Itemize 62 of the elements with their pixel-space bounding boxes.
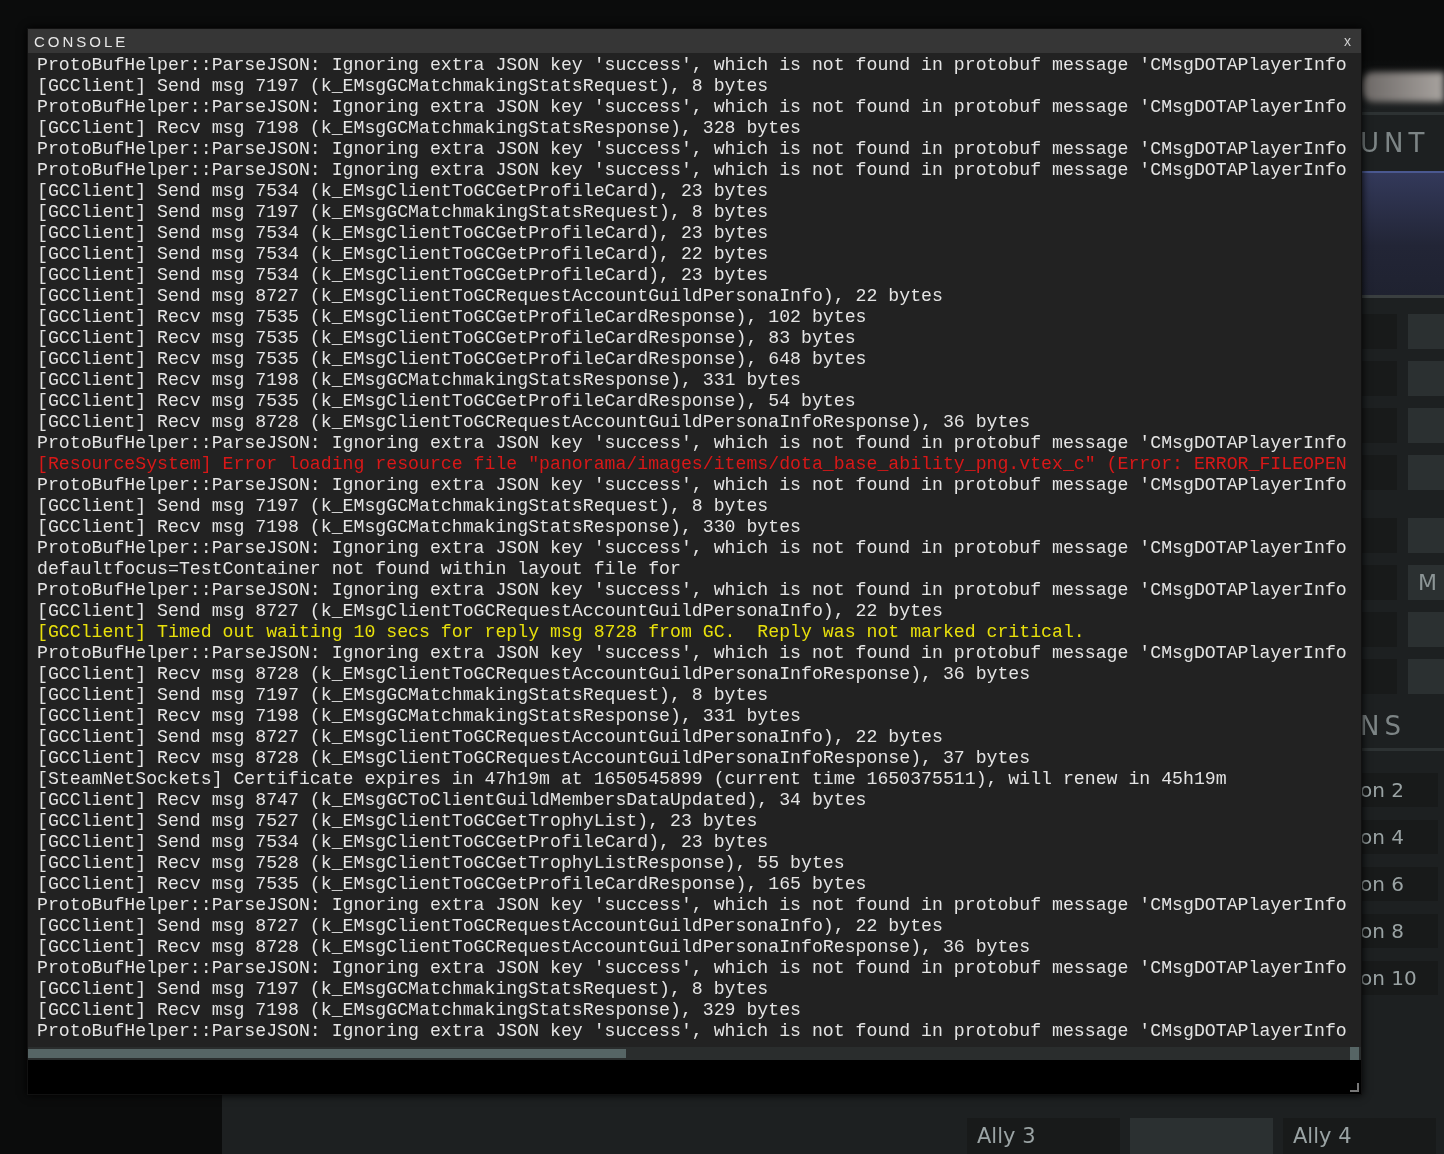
option-tile[interactable]: on 2 (1360, 773, 1438, 807)
log-line: [GCClient] Recv msg 7198 (k_EMsgGCMatchmakingStatsResponse), 330 bytes (37, 517, 802, 538)
log-line: [GCClient] Recv msg 8728 (k_EMsgClientToGCRequestAccountGuildPersonaInfoResponse), 37 bytes (37, 748, 1032, 769)
scrollbar[interactable] (28, 1047, 1361, 1060)
ally-tile[interactable]: Ally 4 (1283, 1118, 1436, 1154)
log-line: [GCClient] Send msg 7197 (k_EMsgGCMatchmakingStatsRequest), 8 bytes (37, 979, 770, 1000)
log-line: ProtoBufHelper::ParseJSON: Ignoring extra JSON key 'success', which is not found in protobuf message 'CMsgDOTAPlayerInfo (37, 139, 1348, 160)
log-line: [GCClient] Recv msg 7198 (k_EMsgGCMatchmakingStatsResponse), 329 bytes (37, 1000, 802, 1021)
log-line: [GCClient] Send msg 7534 (k_EMsgClientToGCGetProfileCard), 23 bytes (37, 223, 770, 244)
log-line: ProtoBufHelper::ParseJSON: Ignoring extra JSON key 'success', which is not found in protobuf message 'CMsgDOTAPlayerInfo (37, 580, 1348, 601)
log-line: [GCClient] Recv msg 7535 (k_EMsgClientToGCGetProfileCardResponse), 165 bytes (37, 874, 868, 895)
log-line: ProtoBufHelper::ParseJSON: Ignoring extra JSON key 'success', which is not found in protobuf message 'CMsgDOTAPlayerInfo (37, 433, 1348, 454)
log-line: [GCClient] Recv msg 7528 (k_EMsgClientToGCGetTrophyListResponse), 55 bytes (37, 853, 846, 874)
log-line: [GCClient] Send msg 7197 (k_EMsgGCMatchmakingStatsRequest), 8 bytes (37, 496, 770, 517)
log-line: [GCClient] Timed out waiting 10 secs for reply msg 8728 from GC. Reply was not marked critical. (37, 622, 1086, 643)
log-line: [GCClient] Recv msg 8728 (k_EMsgClientToGCRequestAccountGuildPersonaInfoResponse), 36 bytes (37, 412, 1032, 433)
command-input[interactable] (28, 1060, 1361, 1094)
log-line: [GCClient] Send msg 7527 (k_EMsgClientToGCGetTrophyList), 23 bytes (37, 811, 759, 832)
log-line: [GCClient] Recv msg 7535 (k_EMsgClientToGCGetProfileCardResponse), 102 bytes (37, 307, 868, 328)
log-line: [GCClient] Recv msg 7535 (k_EMsgClientToGCGetProfileCardResponse), 83 bytes (37, 328, 857, 349)
log-line: [GCClient] Send msg 7197 (k_EMsgGCMatchmakingStatsRequest), 8 bytes (37, 76, 770, 97)
log-line: [GCClient] Send msg 7534 (k_EMsgClientToGCGetProfileCard), 23 bytes (37, 181, 770, 202)
option-tile[interactable]: on 4 (1360, 820, 1438, 854)
option-tile[interactable]: on 8 (1360, 914, 1438, 948)
log-line: ProtoBufHelper::ParseJSON: Ignoring extra JSON key 'success', which is not found in protobuf message 'CMsgDOTAPlayerInfo (37, 538, 1348, 559)
option-tile[interactable]: on 10 (1360, 961, 1438, 995)
log-line: ProtoBufHelper::ParseJSON: Ignoring extra JSON key 'success', which is not found in protobuf message 'CMsgDOTAPlayerInfo (37, 643, 1348, 664)
log-line: ProtoBufHelper::ParseJSON: Ignoring extra JSON key 'success', which is not found in protobuf message 'CMsgDOTAPlayerInfo (37, 1021, 1348, 1042)
log-line: [GCClient] Send msg 8727 (k_EMsgClientToGCRequestAccountGuildPersonaInfo), 22 bytes (37, 727, 944, 748)
log-line: [GCClient] Recv msg 7198 (k_EMsgGCMatchmakingStatsResponse), 328 bytes (37, 118, 802, 139)
log-line: ProtoBufHelper::ParseJSON: Ignoring extra JSON key 'success', which is not found in protobuf message 'CMsgDOTAPlayerInfo (37, 160, 1348, 181)
log-line: [GCClient] Recv msg 8747 (k_EMsgGCToClientGuildMembersDataUpdated), 34 bytes (37, 790, 868, 811)
log-line: [SteamNetSockets] Certificate expires in 47h19m at 1650545899 (current time 1650375511), will renew in 45h19m (37, 769, 1228, 790)
log-line: [GCClient] Recv msg 8728 (k_EMsgClientToGCRequestAccountGuildPersonaInfoResponse), 36 bytes (37, 937, 1032, 958)
log-line: [GCClient] Send msg 7197 (k_EMsgGCMatchmakingStatsRequest), 8 bytes (37, 685, 770, 706)
log-line: [ResourceSystem] Error loading resource file "panorama/images/items/dota_base_ability_png.vtex_c" (Error: ERROR_FILEOPEN (37, 454, 1348, 475)
log-line: [GCClient] Send msg 8727 (k_EMsgClientToGCRequestAccountGuildPersonaInfo), 22 bytes (37, 286, 944, 307)
log-line: [GCClient] Recv msg 7535 (k_EMsgClientToGCGetProfileCardResponse), 648 bytes (37, 349, 868, 370)
log-line: [GCClient] Send msg 7534 (k_EMsgClientToGCGetProfileCard), 23 bytes (37, 832, 770, 853)
resize-grip-icon[interactable] (1350, 1083, 1359, 1092)
log-line: ProtoBufHelper::ParseJSON: Ignoring extra JSON key 'success', which is not found in protobuf message 'CMsgDOTAPlayerInfo (37, 97, 1348, 118)
log-line: [GCClient] Recv msg 7198 (k_EMsgGCMatchmakingStatsResponse), 331 bytes (37, 706, 802, 727)
tile[interactable]: M (1408, 565, 1444, 600)
log-line: [GCClient] Recv msg 8728 (k_EMsgClientToGCRequestAccountGuildPersonaInfoResponse), 36 bytes (37, 664, 1032, 685)
log-line: [GCClient] Send msg 7197 (k_EMsgGCMatchmakingStatsRequest), 8 bytes (37, 202, 770, 223)
log-line: [GCClient] Recv msg 7198 (k_EMsgGCMatchmakingStatsResponse), 331 bytes (37, 370, 802, 391)
log-line: ProtoBufHelper::ParseJSON: Ignoring extra JSON key 'success', which is not found in protobuf message 'CMsgDOTAPlayerInfo (37, 475, 1348, 496)
close-button[interactable]: x (1340, 33, 1355, 49)
log-line: [GCClient] Send msg 8727 (k_EMsgClientToGCRequestAccountGuildPersonaInfo), 22 bytes (37, 916, 944, 937)
log-line: [GCClient] Send msg 8727 (k_EMsgClientToGCRequestAccountGuildPersonaInfo), 22 bytes (37, 601, 944, 622)
ally-tile[interactable]: Ally 3 (967, 1118, 1120, 1154)
window-title: CONSOLE (34, 32, 129, 50)
log-line: ProtoBufHelper::ParseJSON: Ignoring extra JSON key 'success', which is not found in protobuf message 'CMsgDOTAPlayerInfo (37, 895, 1348, 916)
log-line: defaultfocus=TestContainer not found within layout file for (37, 559, 682, 580)
log-line: [GCClient] Send msg 7534 (k_EMsgClientToGCGetProfileCard), 23 bytes (37, 265, 770, 286)
scrollbar-thumb[interactable] (28, 1049, 626, 1058)
log-line: ProtoBufHelper::ParseJSON: Ignoring extra JSON key 'success', which is not found in protobuf message 'CMsgDOTAPlayerInfo (37, 958, 1348, 979)
scrollbar-thumb[interactable] (1350, 1047, 1359, 1060)
log-line: [GCClient] Recv msg 7535 (k_EMsgClientToGCGetProfileCardResponse), 54 bytes (37, 391, 857, 412)
option-tile[interactable]: on 6 (1360, 867, 1438, 901)
log-line: ProtoBufHelper::ParseJSON: Ignoring extra JSON key 'success', which is not found in protobuf message 'CMsgDOTAPlayerInfo (37, 55, 1348, 76)
log-line: [GCClient] Send msg 7534 (k_EMsgClientToGCGetProfileCard), 22 bytes (37, 244, 770, 265)
